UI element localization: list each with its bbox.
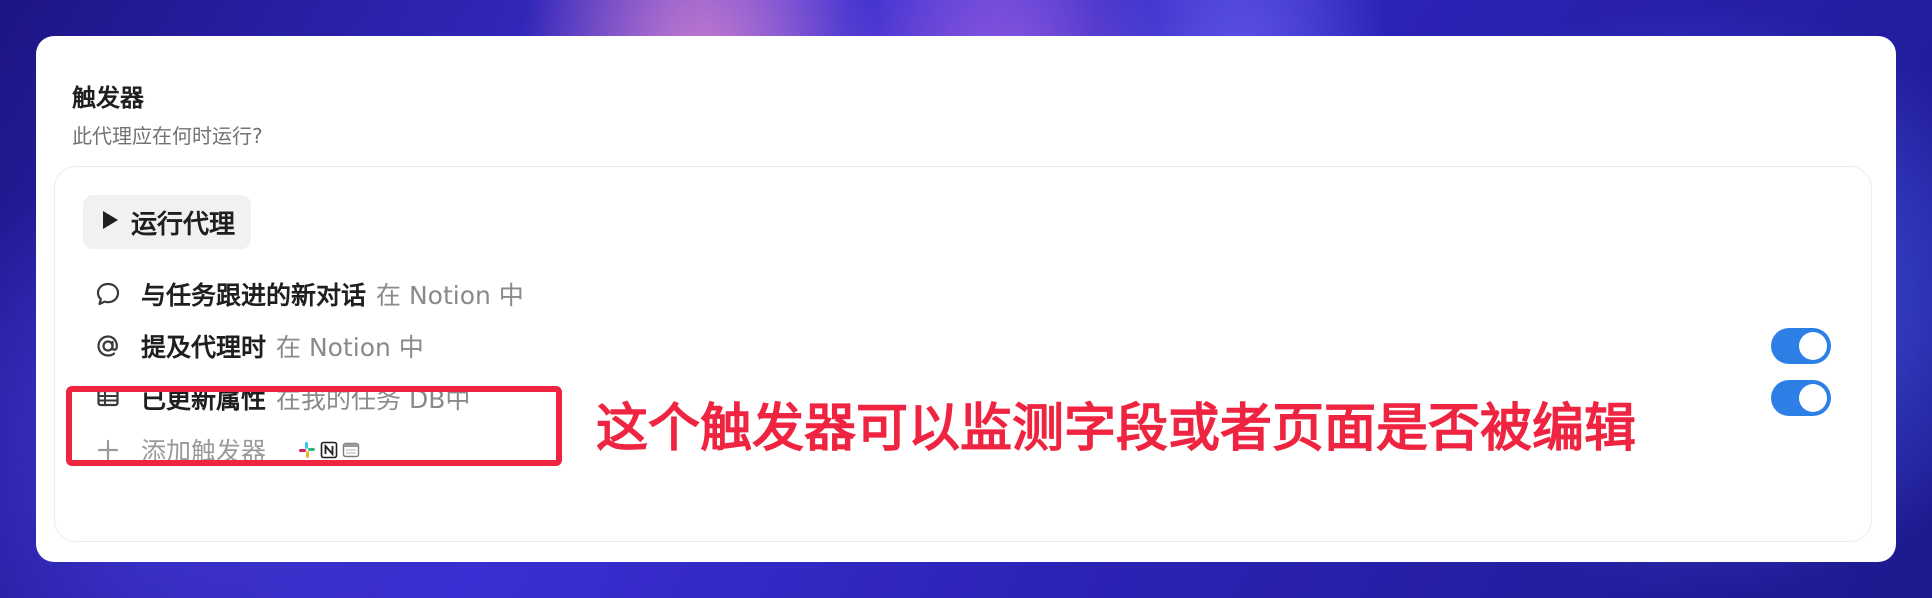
trigger-label: 提及代理时	[141, 333, 267, 362]
trigger-settings-card: 触发器 此代理应在何时运行? 运行代理 与任务跟进的新对话 在 Notion 中…	[36, 36, 1896, 562]
property-trigger-toggle[interactable]	[1771, 380, 1831, 416]
mention-trigger-toggle[interactable]	[1771, 328, 1831, 364]
toggle-knob	[1799, 332, 1827, 360]
triggers-panel: 运行代理 与任务跟进的新对话 在 Notion 中 提及代理时 在 Notion…	[54, 166, 1872, 542]
annotation-callout: 这个触发器可以监测字段或者页面是否被编辑	[586, 388, 1647, 459]
comment-bubble-icon	[95, 281, 121, 307]
trigger-context: 在 Notion 中	[376, 281, 524, 310]
toggle-knob	[1799, 384, 1827, 412]
section-subtitle: 此代理应在何时运行?	[72, 124, 263, 148]
at-sign-icon	[95, 333, 121, 359]
run-agent-label: 运行代理	[131, 209, 236, 240]
trigger-context: 在 Notion 中	[276, 333, 424, 362]
highlight-box	[66, 386, 562, 466]
trigger-label: 与任务跟进的新对话	[141, 281, 367, 310]
trigger-row-new-conversation[interactable]: 与任务跟进的新对话 在 Notion 中	[95, 274, 524, 314]
run-agent-button[interactable]: 运行代理	[83, 195, 252, 249]
section-title: 触发器	[72, 84, 144, 112]
trigger-row-mention[interactable]: 提及代理时 在 Notion 中	[95, 326, 424, 366]
play-icon	[101, 207, 119, 237]
